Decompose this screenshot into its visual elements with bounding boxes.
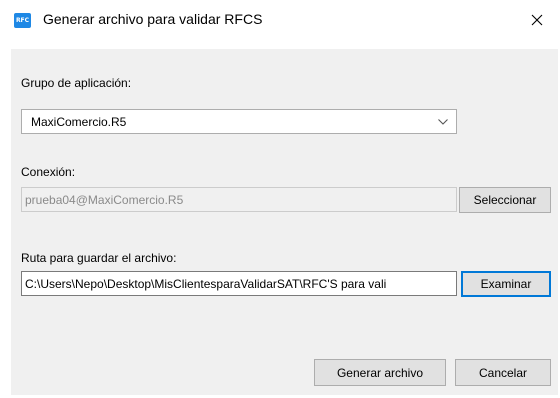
dialog-body (11, 49, 558, 395)
dialog-window: RFC Generar archivo para validar RFCS Gr… (0, 0, 560, 398)
generar-archivo-button[interactable]: Generar archivo (314, 359, 446, 386)
grupo-label: Grupo de aplicación: (21, 76, 132, 90)
rfc-app-icon: RFC (14, 13, 31, 28)
grupo-select[interactable]: MaxiComercio.R5 (21, 109, 457, 134)
grupo-selected-value: MaxiComercio.R5 (31, 115, 127, 129)
conexion-field: prueba04@MaxiComercio.R5 (21, 187, 457, 212)
close-button[interactable] (514, 0, 560, 40)
ruta-value: C:\Users\Nepo\Desktop\MisClientesparaVal… (25, 277, 387, 291)
examinar-button[interactable]: Examinar (461, 271, 551, 297)
close-icon (531, 14, 543, 26)
conexion-value: prueba04@MaxiComercio.R5 (25, 193, 184, 207)
ruta-label: Ruta para guardar el archivo: (21, 251, 177, 265)
conexion-label: Conexión: (21, 165, 76, 179)
ruta-input[interactable]: C:\Users\Nepo\Desktop\MisClientesparaVal… (21, 271, 457, 296)
cancel-button[interactable]: Cancelar (455, 359, 551, 386)
chevron-down-icon (438, 119, 448, 125)
app-icon-text: RFC (15, 17, 30, 24)
window-title: Generar archivo para validar RFCS (43, 11, 263, 27)
title-bar: RFC Generar archivo para validar RFCS (0, 0, 560, 40)
seleccionar-button[interactable]: Seleccionar (459, 187, 551, 213)
